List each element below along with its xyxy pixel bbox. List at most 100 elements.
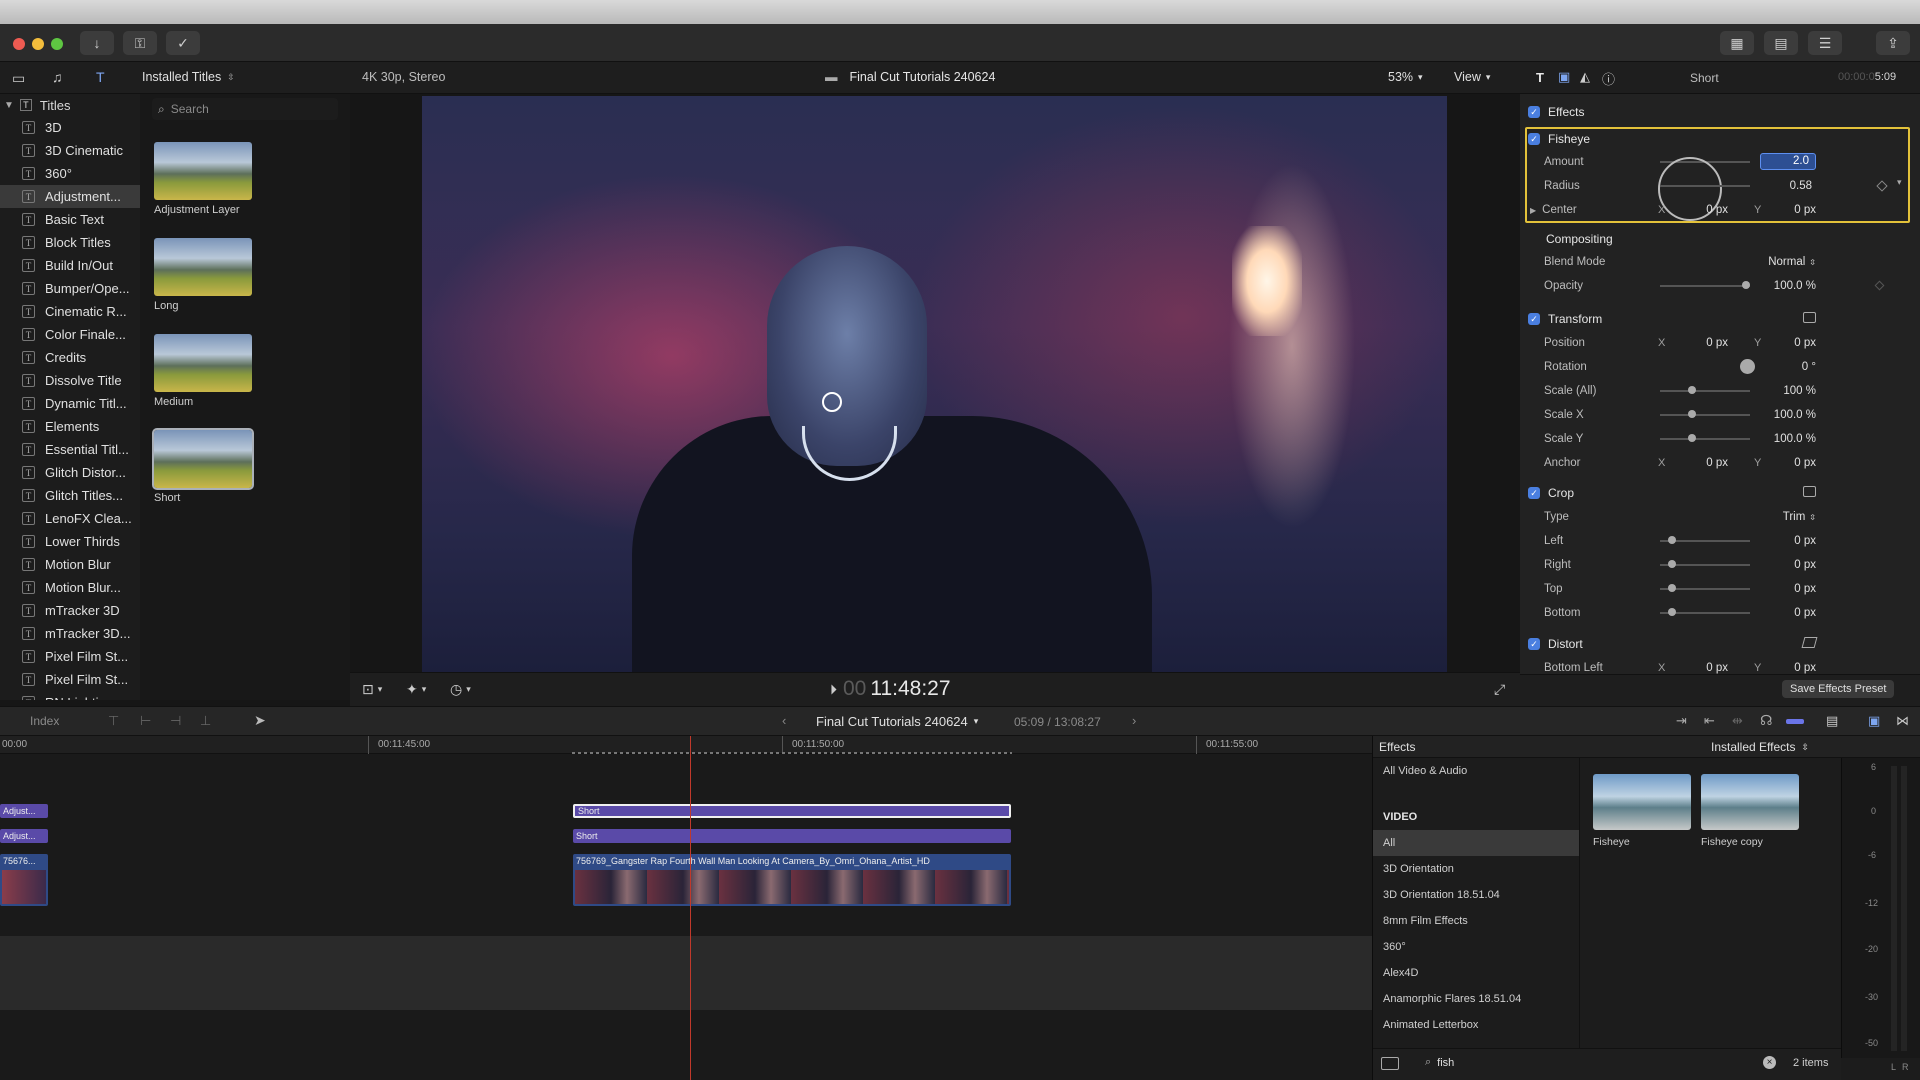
effects-category-all-video-audio[interactable]: All Video & Audio: [1373, 758, 1579, 784]
checkbox-icon[interactable]: ✓: [1528, 487, 1540, 499]
sidebar-category-item[interactable]: T Build In/Out: [0, 254, 140, 277]
layout-inspector-icon[interactable]: ☰: [1808, 31, 1842, 55]
effects-section[interactable]: ✓ Effects: [1528, 102, 1584, 122]
sidebar-category-item[interactable]: T Motion Blur...: [0, 576, 140, 599]
timeline[interactable]: 00:00 00:11:45:00 00:11:50:00 00:11:55:0…: [0, 736, 1372, 1080]
installed-titles-dropdown[interactable]: Installed Titles ⇳: [142, 70, 235, 84]
sidebar-category-item[interactable]: T 3D: [0, 116, 140, 139]
sidebar-category-item[interactable]: T Bumper/Ope...: [0, 277, 140, 300]
scale-all-slider[interactable]: [1660, 390, 1750, 392]
transform-tools-button[interactable]: ⊡ ▾: [362, 681, 382, 698]
sidebar-root-titles[interactable]: ▼ T Titles: [0, 94, 140, 116]
anchor-y-value[interactable]: 0 px: [1760, 454, 1816, 472]
enhancements-button[interactable]: ✦ ▾: [406, 681, 426, 698]
center-onscreen-control[interactable]: [822, 392, 842, 412]
video-inspector-icon[interactable]: ▣: [1558, 69, 1570, 85]
sidebar-category-item[interactable]: T Pixel Film St...: [0, 668, 140, 691]
crop-right-slider-knob[interactable]: [1668, 560, 1676, 568]
scale-y-value[interactable]: 100.0 %: [1750, 430, 1816, 448]
sidebar-category-item[interactable]: T RN Lighting...: [0, 691, 140, 700]
title-inspector-icon[interactable]: T: [1536, 70, 1544, 85]
crop-section[interactable]: ✓ Crop: [1528, 483, 1574, 503]
sidebar-category-item[interactable]: TmTracker 3D: [0, 599, 140, 622]
rotation-dial[interactable]: [1740, 359, 1755, 374]
forward-arrow-icon[interactable]: ›: [1132, 713, 1136, 728]
scale-x-slider-knob[interactable]: [1688, 410, 1696, 418]
sidebar-category-item[interactable]: T Cinematic R...: [0, 300, 140, 323]
video-frame[interactable]: [422, 96, 1447, 672]
fisheye-effect-header[interactable]: ✓ Fisheye: [1528, 129, 1590, 149]
radius-slider[interactable]: [1660, 185, 1750, 187]
clear-search-icon[interactable]: ×: [1763, 1056, 1776, 1069]
scale-x-value[interactable]: 100.0 %: [1750, 406, 1816, 424]
compositing-header[interactable]: Compositing: [1546, 229, 1613, 249]
opacity-slider[interactable]: [1660, 285, 1750, 287]
crop-bottom-slider-knob[interactable]: [1668, 608, 1676, 616]
amount-field[interactable]: 2.0: [1760, 153, 1816, 170]
crop-left-slider-knob[interactable]: [1668, 536, 1676, 544]
timeline-ruler[interactable]: 00:00 00:11:45:00 00:11:50:00 00:11:55:0…: [0, 736, 1372, 754]
fullscreen-icon[interactable]: ⤢: [1494, 681, 1505, 698]
libraries-icon[interactable]: ▭: [12, 70, 25, 87]
chevron-down-icon[interactable]: ▾: [1897, 177, 1902, 188]
distort-section[interactable]: ✓ Distort: [1528, 634, 1583, 654]
connect-clip-icon[interactable]: ⊤: [108, 713, 119, 729]
transform-section[interactable]: ✓ Transform: [1528, 309, 1602, 329]
solo-icon[interactable]: ⇹: [1732, 713, 1743, 729]
position-y-value[interactable]: 0 px: [1760, 334, 1816, 352]
checkbox-icon[interactable]: ✓: [1528, 313, 1540, 325]
checkbox-icon[interactable]: ✓: [1528, 106, 1540, 118]
sidebar-category-item[interactable]: T Basic Text: [0, 208, 140, 231]
layout-timeline-icon[interactable]: ▤: [1764, 31, 1798, 55]
disclosure-triangle-icon[interactable]: ▼: [4, 100, 14, 111]
background-tasks-icon[interactable]: ✓: [166, 31, 200, 55]
position-x-value[interactable]: 0 px: [1670, 334, 1728, 352]
viewer[interactable]: [350, 94, 1520, 672]
center-row[interactable]: ▶ Center: [1530, 201, 1577, 219]
video-clip-left[interactable]: 75676...: [0, 854, 48, 906]
timeline-project-dropdown[interactable]: Final Cut Tutorials 240624 ▾: [816, 714, 978, 729]
insert-clip-icon[interactable]: ⊢: [140, 713, 151, 729]
scale-y-slider[interactable]: [1660, 438, 1750, 440]
keyframe-icon[interactable]: [1874, 280, 1885, 291]
video-clip-main[interactable]: 756769_Gangster Rap Fourth Wall Man Look…: [573, 854, 1011, 906]
effects-browser-icon[interactable]: ▣: [1868, 713, 1880, 729]
crop-onscreen-icon[interactable]: [1803, 486, 1816, 497]
effects-category-item[interactable]: Alex4D: [1373, 960, 1579, 986]
effects-category-item[interactable]: 3D Orientation: [1373, 856, 1579, 882]
append-clip-icon[interactable]: ⊣: [170, 713, 181, 729]
save-effects-preset-button[interactable]: Save Effects Preset: [1782, 680, 1895, 698]
back-arrow-icon[interactable]: ‹: [782, 713, 786, 728]
audio-lane-area[interactable]: [0, 936, 1372, 1010]
color-inspector-icon[interactable]: ◭: [1580, 69, 1590, 85]
opacity-slider-knob[interactable]: [1742, 281, 1750, 289]
speed-button[interactable]: ◷ ▾: [450, 681, 471, 698]
sidebar-category-item[interactable]: T Elements: [0, 415, 140, 438]
checkbox-icon[interactable]: ✓: [1528, 638, 1540, 650]
scale-all-value[interactable]: 100 %: [1760, 382, 1816, 400]
checkbox-icon[interactable]: ✓: [1528, 133, 1540, 145]
effects-category-item[interactable]: 8mm Film Effects: [1373, 908, 1579, 934]
crop-bottom-value[interactable]: 0 px: [1760, 604, 1816, 622]
sidebar-category-item[interactable]: T LenoFX Clea...: [0, 507, 140, 530]
sidebar-category-item[interactable]: T 360°: [0, 162, 140, 185]
sidebar-toggle-icon[interactable]: [1381, 1057, 1399, 1070]
effects-category-item[interactable]: 360°: [1373, 934, 1579, 960]
center-y-value[interactable]: 0 px: [1760, 201, 1816, 219]
crop-left-value[interactable]: 0 px: [1760, 532, 1816, 550]
share-icon[interactable]: ⇪: [1876, 31, 1910, 55]
search-field[interactable]: ⌕ Search: [152, 98, 338, 120]
thumbnail-adjustment-layer[interactable]: [154, 142, 252, 200]
timecode-display[interactable]: ⏵ 00 11:48:27: [830, 677, 951, 701]
installed-effects-dropdown[interactable]: Installed Effects ⇳: [1711, 740, 1809, 754]
effects-category-item[interactable]: Anamorphic Flares 18.51.04: [1373, 986, 1579, 1012]
effect-thumbnail-fisheye-copy[interactable]: [1701, 774, 1799, 830]
sidebar-category-item[interactable]: T Block Titles: [0, 231, 140, 254]
view-dropdown[interactable]: View ▾: [1454, 70, 1490, 84]
disclosure-triangle-icon[interactable]: ▶: [1530, 206, 1536, 215]
playhead[interactable]: [690, 736, 691, 1080]
close-window-button[interactable]: [13, 38, 25, 50]
short-title-clip-selected[interactable]: Short: [573, 804, 1011, 818]
transitions-browser-icon[interactable]: ⋈: [1896, 713, 1909, 729]
thumbnail-long[interactable]: [154, 238, 252, 296]
